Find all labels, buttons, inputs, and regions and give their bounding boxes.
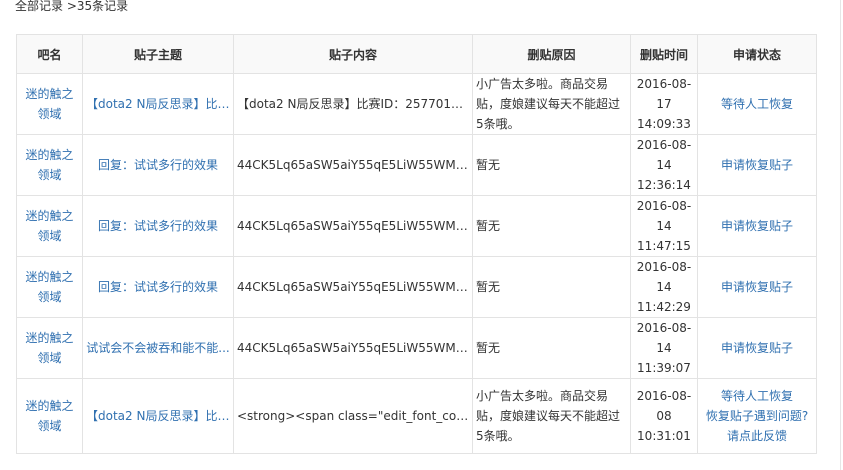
- restore-problem-label[interactable]: 恢复贴子遇到问题?: [701, 406, 813, 426]
- breadcrumb-all-records[interactable]: 全部记录: [15, 0, 63, 13]
- delete-time-cell: 2016-08-14 11:47:15: [630, 195, 698, 257]
- scrollbar-edge: [840, 0, 841, 470]
- restore-request-link[interactable]: 申请恢复贴子: [701, 277, 813, 297]
- table-row: 迷的触之领域 回复：试试多行的效果 44CK5Lq65aSW5aiY55qE5LiW…: [16, 195, 817, 257]
- delete-clock: 11:47:15: [637, 239, 691, 253]
- topic-cell: 【dota2 N局反思录】比赛ID：257701517...: [82, 378, 234, 454]
- delete-date: 2016-08-17: [636, 77, 692, 111]
- restore-request-link[interactable]: 申请恢复贴子: [701, 216, 813, 236]
- bar-name-cell: 迷的触之领域: [16, 134, 83, 196]
- bar-name-link[interactable]: 迷的触之领域: [25, 87, 73, 121]
- restore-request-link[interactable]: 申请恢复贴子: [701, 155, 813, 175]
- appeal-status-cell: 等待人工恢复恢复贴子遇到问题? 请点此反馈: [697, 378, 817, 454]
- content-cell: 44CK5Lq65aSW5aiY55qE5LiW55WM44...: [233, 195, 473, 257]
- breadcrumb: 全部记录 >35条记录: [15, 0, 128, 14]
- table-header-row: 吧名 贴子主题 贴子内容 删贴原因 删贴时间 申请状态: [16, 34, 817, 74]
- status-pending-manual: 等待人工恢复: [720, 97, 793, 111]
- topic-link[interactable]: 【dota2 N局反思录】比赛ID：257701517...: [86, 409, 233, 423]
- delete-clock: 11:42:29: [637, 300, 691, 314]
- restore-request-link[interactable]: 申请恢复贴子: [701, 338, 813, 358]
- feedback-link[interactable]: 请点此反馈: [701, 426, 813, 446]
- topic-cell: 【dota2 N局反思录】比赛ID：257701517...: [82, 73, 234, 135]
- delete-date: 2016-08-14: [636, 199, 692, 233]
- bar-name-cell: 迷的触之领域: [16, 256, 83, 318]
- delete-clock: 14:09:33: [637, 117, 691, 131]
- header-bar-name: 吧名: [16, 34, 83, 74]
- delete-clock: 11:39:07: [637, 361, 691, 375]
- breadcrumb-separator: >: [63, 0, 77, 13]
- appeal-status-cell: 等待人工恢复: [697, 73, 817, 135]
- record-count: 35条记录: [76, 0, 129, 13]
- topic-cell: 回复：试试多行的效果: [82, 195, 234, 257]
- bar-name-cell: 迷的触之领域: [16, 195, 83, 257]
- topic-link[interactable]: 【dota2 N局反思录】比赛ID：257701517...: [86, 97, 233, 111]
- delete-time-cell: 2016-08-14 12:36:14: [630, 134, 698, 196]
- delete-reason-cell: 暂无: [472, 317, 631, 379]
- appeal-status-cell: 申请恢复贴子: [697, 195, 817, 257]
- delete-time-cell: 2016-08-14 11:42:29: [630, 256, 698, 318]
- content-cell: <strong><span class="edit_font_color">..…: [233, 378, 473, 454]
- delete-reason-cell: 暂无: [472, 134, 631, 196]
- topic-cell: 回复：试试多行的效果: [82, 134, 234, 196]
- delete-time-cell: 2016-08-08 10:31:01: [630, 378, 698, 454]
- content-cell: 【dota2 N局反思录】比赛ID：25770151...: [233, 73, 473, 135]
- bar-name-link[interactable]: 迷的触之领域: [25, 399, 73, 433]
- content-cell: 44CK5Lq65aSW5aiY55qE5LiW55WM44...: [233, 134, 473, 196]
- status-pending-manual: 等待人工恢复: [720, 389, 793, 403]
- deleted-posts-table: 吧名 贴子主题 贴子内容 删贴原因 删贴时间 申请状态 迷的触之领域 【dota2…: [16, 34, 817, 454]
- topic-cell: 回复：试试多行的效果: [82, 256, 234, 318]
- table-row: 迷的触之领域 回复：试试多行的效果 44CK5Lq65aSW5aiY55qE5LiW…: [16, 134, 817, 196]
- delete-date: 2016-08-14: [636, 321, 692, 355]
- table-row: 迷的触之领域 回复：试试多行的效果 44CK5Lq65aSW5aiY55qE5LiW…: [16, 256, 817, 318]
- topic-link[interactable]: 回复：试试多行的效果: [98, 219, 218, 233]
- appeal-status-cell: 申请恢复贴子: [697, 134, 817, 196]
- delete-date: 2016-08-14: [636, 138, 692, 172]
- table-row: 迷的触之领域【dota2 N局反思录】比赛ID：257701517...【dot…: [16, 73, 817, 135]
- bar-name-link[interactable]: 迷的触之领域: [25, 331, 73, 365]
- header-delete-time: 删贴时间: [630, 34, 698, 74]
- delete-reason-cell: 暂无: [472, 256, 631, 318]
- appeal-status-cell: 申请恢复贴子: [697, 256, 817, 318]
- topic-link[interactable]: 试试会不会被吞和能不能...: [86, 341, 229, 355]
- delete-clock: 10:31:01: [637, 429, 691, 443]
- delete-reason-cell: 暂无: [472, 195, 631, 257]
- delete-date: 2016-08-14: [636, 260, 692, 294]
- delete-time-cell: 2016-08-17 14:09:33: [630, 73, 698, 135]
- appeal-status-cell: 申请恢复贴子: [697, 317, 817, 379]
- delete-time-cell: 2016-08-14 11:39:07: [630, 317, 698, 379]
- bar-name-link[interactable]: 迷的触之领域: [25, 270, 73, 304]
- bar-name-link[interactable]: 迷的触之领域: [25, 148, 73, 182]
- topic-link[interactable]: 回复：试试多行的效果: [98, 280, 218, 294]
- table-row: 迷的触之领域 试试会不会被吞和能不能... 44CK5Lq65aSW5aiY55qE…: [16, 317, 817, 379]
- delete-reason-cell: 小广告太多啦。商品交易贴，度娘建议每天不能超过5条哦。: [472, 378, 631, 454]
- bar-name-cell: 迷的触之领域: [16, 73, 83, 135]
- bar-name-cell: 迷的触之领域: [16, 378, 83, 454]
- content-cell: 44CK5Lq65aSW5aiY55qE5LiW55WM44...: [233, 317, 473, 379]
- delete-date: 2016-08-08: [636, 389, 692, 423]
- header-post-content: 贴子内容: [233, 34, 473, 74]
- header-post-topic: 贴子主题: [82, 34, 234, 74]
- content-cell: 44CK5Lq65aSW5aiY55qE5LiW55WM44...: [233, 256, 473, 318]
- delete-clock: 12:36:14: [637, 178, 691, 192]
- bar-name-cell: 迷的触之领域: [16, 317, 83, 379]
- topic-cell: 试试会不会被吞和能不能...: [82, 317, 234, 379]
- delete-reason-cell: 小广告太多啦。商品交易贴，度娘建议每天不能超过5条哦。: [472, 73, 631, 135]
- bar-name-link[interactable]: 迷的触之领域: [25, 209, 73, 243]
- topic-link[interactable]: 回复：试试多行的效果: [98, 158, 218, 172]
- table-row: 迷的触之领域【dota2 N局反思录】比赛ID：257701517...<str…: [16, 378, 817, 454]
- header-delete-reason: 删贴原因: [472, 34, 631, 74]
- header-appeal-status: 申请状态: [697, 34, 817, 74]
